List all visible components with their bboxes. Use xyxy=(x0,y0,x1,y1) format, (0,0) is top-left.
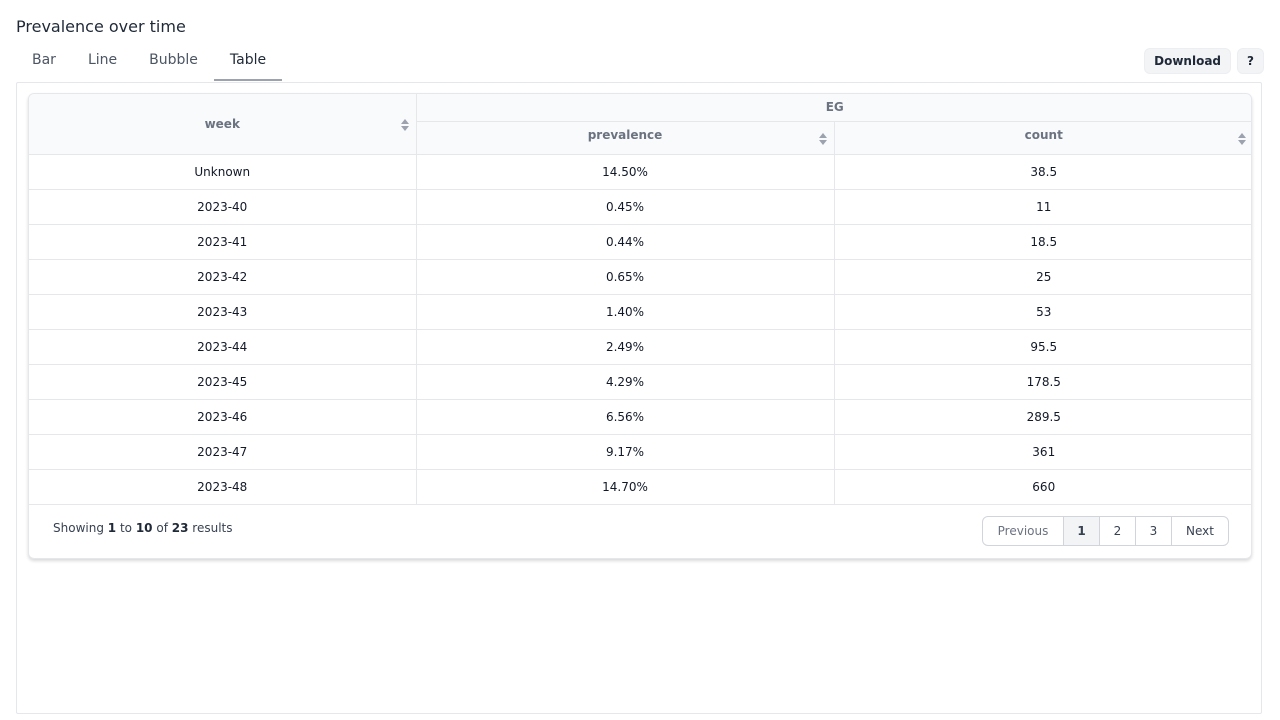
cell-count: 289.5 xyxy=(833,399,1251,435)
cell-count: 53 xyxy=(833,294,1251,330)
cell-week: 2023-45 xyxy=(29,364,416,400)
cell-week: 2023-41 xyxy=(29,224,416,260)
cell-count: 178.5 xyxy=(833,364,1251,400)
cell-count: 18.5 xyxy=(833,224,1251,260)
data-table-card: week EG prevalence count Unknown 14.50% … xyxy=(28,93,1252,559)
column-header-week[interactable]: week xyxy=(29,94,416,155)
pagination: Previous 1 2 3 Next xyxy=(982,516,1229,546)
help-button[interactable]: ? xyxy=(1237,48,1264,74)
table-row: Unknown 14.50% 38.5 xyxy=(29,154,1251,190)
cell-week: 2023-40 xyxy=(29,189,416,225)
cell-prevalence: 4.29% xyxy=(415,364,834,400)
table-row: 2023-41 0.44% 18.5 xyxy=(29,224,1251,260)
sort-icon[interactable] xyxy=(400,118,410,132)
cell-prevalence: 2.49% xyxy=(415,329,834,365)
cell-count: 11 xyxy=(833,189,1251,225)
cell-prevalence: 0.44% xyxy=(415,224,834,260)
cell-prevalence: 6.56% xyxy=(415,399,834,435)
summary-of-word: of xyxy=(156,521,168,535)
tab-bubble[interactable]: Bubble xyxy=(133,41,214,81)
table-row: 2023-44 2.49% 95.5 xyxy=(29,329,1251,365)
cell-count: 25 xyxy=(833,259,1251,295)
cell-week: 2023-48 xyxy=(29,469,416,505)
cell-prevalence: 14.50% xyxy=(415,154,834,190)
summary-total: 23 xyxy=(171,521,189,535)
cell-week: 2023-43 xyxy=(29,294,416,330)
cell-prevalence: 0.45% xyxy=(415,189,834,225)
table-row: 2023-47 9.17% 361 xyxy=(29,434,1251,470)
page-title: Prevalence over time xyxy=(16,17,186,36)
data-table: week EG prevalence count Unknown 14.50% … xyxy=(29,94,1251,505)
tab-bar[interactable]: Bar xyxy=(16,41,72,81)
summary-suffix: results xyxy=(192,521,233,535)
table-row: 2023-45 4.29% 178.5 xyxy=(29,364,1251,400)
column-header-label: prevalence xyxy=(587,127,663,142)
table-row: 2023-42 0.65% 25 xyxy=(29,259,1251,295)
results-summary: Showing 1 to 10 of 23 results xyxy=(53,521,233,535)
cell-prevalence: 1.40% xyxy=(415,294,834,330)
tab-line[interactable]: Line xyxy=(72,41,133,81)
table-row: 2023-48 14.70% 660 xyxy=(29,469,1251,505)
cell-week: 2023-44 xyxy=(29,329,416,365)
table-row: 2023-43 1.40% 53 xyxy=(29,294,1251,330)
sort-icon[interactable] xyxy=(818,132,828,146)
cell-count: 660 xyxy=(833,469,1251,505)
cell-count: 95.5 xyxy=(833,329,1251,365)
sort-icon[interactable] xyxy=(1237,132,1247,146)
tab-table[interactable]: Table xyxy=(213,41,283,81)
next-page-button[interactable]: Next xyxy=(1171,517,1228,545)
summary-from: 1 xyxy=(107,521,117,535)
cell-week: 2023-46 xyxy=(29,399,416,435)
page-button-1[interactable]: 1 xyxy=(1063,517,1099,545)
download-button[interactable]: Download xyxy=(1144,48,1232,74)
page-button-3[interactable]: 3 xyxy=(1135,517,1171,545)
toolbar: Download ? xyxy=(1144,48,1264,74)
cell-week: 2023-42 xyxy=(29,259,416,295)
column-header-label: week xyxy=(204,116,240,131)
cell-prevalence: 0.65% xyxy=(415,259,834,295)
table-footer: Showing 1 to 10 of 23 results Previous 1… xyxy=(29,504,1251,558)
cell-week: Unknown xyxy=(29,154,416,190)
summary-to-word: to xyxy=(119,521,132,535)
cell-prevalence: 9.17% xyxy=(415,434,834,470)
table-row: 2023-40 0.45% 11 xyxy=(29,189,1251,225)
page-button-2[interactable]: 2 xyxy=(1099,517,1135,545)
column-header-prevalence[interactable]: prevalence xyxy=(415,121,834,155)
cell-week: 2023-47 xyxy=(29,434,416,470)
content-panel: week EG prevalence count Unknown 14.50% … xyxy=(16,82,1262,714)
summary-prefix: Showing xyxy=(53,521,104,535)
previous-page-button[interactable]: Previous xyxy=(983,517,1063,545)
group-header-eg: EG xyxy=(415,94,1251,122)
cell-count: 38.5 xyxy=(833,154,1251,190)
column-header-label: count xyxy=(1024,127,1063,142)
summary-to: 10 xyxy=(135,521,153,535)
chart-type-tabs: Bar Line Bubble Table xyxy=(16,41,283,81)
column-header-count[interactable]: count xyxy=(833,121,1251,155)
table-row: 2023-46 6.56% 289.5 xyxy=(29,399,1251,435)
cell-prevalence: 14.70% xyxy=(415,469,834,505)
cell-count: 361 xyxy=(833,434,1251,470)
